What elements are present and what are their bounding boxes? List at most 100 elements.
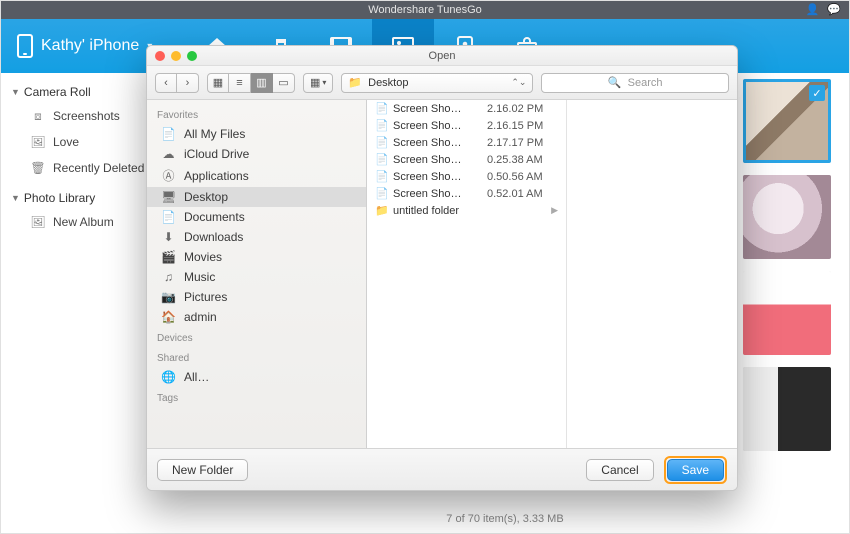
movies-icon: 🎬 [161, 250, 176, 264]
favorites-sidebar: Favorites 📄All My Files☁iCloud DriveⒶApp… [147, 100, 367, 448]
photo-thumbnail[interactable] [743, 271, 831, 355]
path-selector[interactable]: 📁 Desktop ⌃⌄ [341, 73, 533, 93]
view-icon-coverflow[interactable]: ▭ [273, 73, 295, 93]
cancel-button[interactable]: Cancel [586, 459, 653, 481]
file-time: 2.17.17 PM [487, 137, 543, 149]
file-name: Screen Sho… [393, 188, 481, 200]
app-titlebar: Wondershare TunesGo 👤 💬 [1, 1, 849, 19]
thumbnail-rail [743, 79, 831, 451]
view-icon-grid[interactable]: ▦ [207, 73, 229, 93]
device-selector[interactable]: Kathy' iPhone ▾ [17, 34, 152, 58]
favorite-label: Music [184, 270, 215, 284]
favorite-item-all-my-files[interactable]: 📄All My Files [147, 124, 366, 144]
search-placeholder: Search [628, 77, 663, 89]
sidebar-item-new-album[interactable]: 🖼New Album [1, 209, 161, 235]
chat-icon[interactable]: 💬 [827, 1, 841, 19]
sidebar-item-label: Screenshots [53, 109, 120, 123]
save-button[interactable]: Save [667, 459, 724, 481]
file-icon: 📄 [375, 153, 387, 166]
favorites-header: Favorites [147, 104, 366, 124]
file-time: 0.52.01 AM [487, 188, 543, 200]
file-row[interactable]: 📄Screen Sho…2.16.02 PM [367, 100, 566, 117]
file-name: Screen Sho… [393, 137, 481, 149]
favorite-label: All My Files [184, 127, 245, 141]
photo-thumbnail[interactable] [743, 367, 831, 451]
favorite-item-pictures[interactable]: 📷 Pictures [147, 287, 366, 307]
file-icon: 📄 [375, 170, 387, 183]
save-highlight: Save [664, 456, 727, 484]
favorite-label: Applications [184, 169, 249, 183]
trash-icon: 🗑 [31, 162, 45, 174]
phone-icon [17, 34, 33, 58]
heart-icon: 🖼 [31, 136, 45, 148]
music-icon: ♫ [161, 270, 176, 284]
search-field[interactable]: 🔍 Search [541, 73, 729, 93]
arrange-button[interactable]: ▦ ▾ [303, 73, 333, 93]
favorite-item-music[interactable]: ♫ Music [147, 267, 366, 287]
file-time: 0.50.56 AM [487, 171, 543, 183]
close-icon[interactable] [155, 51, 165, 61]
home-icon: 🏠 [161, 310, 176, 324]
favorite-label: Documents [184, 210, 245, 224]
sidebar-category-label: Camera Roll [24, 85, 91, 99]
device-name: Kathy' iPhone [41, 37, 139, 55]
favorite-item-documents[interactable]: 📄 Documents [147, 207, 366, 227]
sidebar-item-love[interactable]: 🖼 Love [1, 129, 161, 155]
cloud-icon: ☁ [161, 147, 176, 161]
disclosure-triangle-icon: ▼ [11, 193, 20, 203]
view-icon-columns[interactable]: ▥ [251, 73, 273, 93]
minimize-icon[interactable] [171, 51, 181, 61]
shared-item[interactable]: 🌐All… [147, 367, 366, 387]
file-row[interactable]: 📄Screen Sho…0.52.01 AM [367, 185, 566, 202]
nav-back-forward: ‹ › [155, 73, 199, 93]
file-row[interactable]: 📄Screen Sho…2.17.17 PM [367, 134, 566, 151]
dialog-body: Favorites 📄All My Files☁iCloud DriveⒶApp… [147, 100, 737, 448]
sidebar-category-label: Photo Library [24, 191, 95, 205]
file-name: Screen Sho… [393, 103, 481, 115]
photo-thumbnail[interactable] [743, 175, 831, 259]
file-row[interactable]: 📄Screen Sho…2.16.15 PM [367, 117, 566, 134]
favorite-item-applications[interactable]: ⒶApplications [147, 164, 366, 187]
file-row[interactable]: 📄Screen Sho…0.50.56 AM [367, 168, 566, 185]
sidebar-category-photo-library[interactable]: ▼ Photo Library [1, 187, 161, 209]
view-icon-list[interactable]: ≡ [229, 73, 251, 93]
documents-icon: 📄 [161, 210, 176, 224]
downloads-icon: ⬇ [161, 230, 176, 244]
favorite-item-desktop[interactable]: 🖥Desktop [147, 187, 366, 207]
sidebar-item-label: Recently Deleted [53, 161, 144, 175]
path-label: Desktop [368, 77, 408, 89]
sidebar-item-screenshots[interactable]: ⧈Screenshots [1, 103, 161, 129]
favorite-item-downloads[interactable]: ⬇Downloads [147, 227, 366, 247]
user-icon[interactable]: 👤 [806, 1, 820, 19]
folder-row[interactable]: 📁untitled folder▶ [367, 202, 566, 219]
favorite-item-admin[interactable]: 🏠 admin [147, 307, 366, 327]
album-icon: 🖼 [31, 216, 45, 228]
dialog-footer: New Folder Cancel Save [147, 448, 737, 490]
favorite-item-movies[interactable]: 🎬Movies [147, 247, 366, 267]
devices-header: Devices [147, 327, 366, 347]
app-window: Wondershare TunesGo 👤 💬 Kathy' iPhone ▾ … [0, 0, 850, 534]
favorite-item-icloud-drive[interactable]: ☁iCloud Drive [147, 144, 366, 164]
photo-thumbnail[interactable] [743, 79, 831, 163]
favorite-label: Pictures [184, 290, 227, 304]
zoom-icon[interactable] [187, 51, 197, 61]
file-time: 0.25.38 AM [487, 154, 543, 166]
folder-icon: 📁 [348, 76, 362, 89]
save-dialog: Open ‹ › ▦ ≡ ▥ ▭ ▦ ▾ 📁 Desktop ⌃⌄ 🔍 Sear… [146, 45, 738, 491]
sidebar-category-camera-roll[interactable]: ▼ Camera Roll [1, 81, 161, 103]
pictures-icon: 📷 [161, 290, 176, 304]
sidebar-item-recently-deleted[interactable]: 🗑 Recently Deleted [1, 155, 161, 181]
file-name: Screen Sho… [393, 120, 481, 132]
forward-button[interactable]: › [177, 73, 199, 93]
sidebar-item-label: Love [53, 135, 79, 149]
favorite-label: Desktop [184, 190, 228, 204]
dialog-titlebar: Open [147, 46, 737, 66]
status-line: 7 of 70 item(s), 3.33 MB [446, 513, 563, 525]
globe-icon: 🌐 [161, 370, 176, 384]
file-row[interactable]: 📄Screen Sho…0.25.38 AM [367, 151, 566, 168]
file-icon: 📄 [375, 102, 387, 115]
back-button[interactable]: ‹ [155, 73, 177, 93]
favorite-label: admin [184, 310, 217, 324]
disclosure-triangle-icon: ▼ [11, 87, 20, 97]
new-folder-button[interactable]: New Folder [157, 459, 248, 481]
